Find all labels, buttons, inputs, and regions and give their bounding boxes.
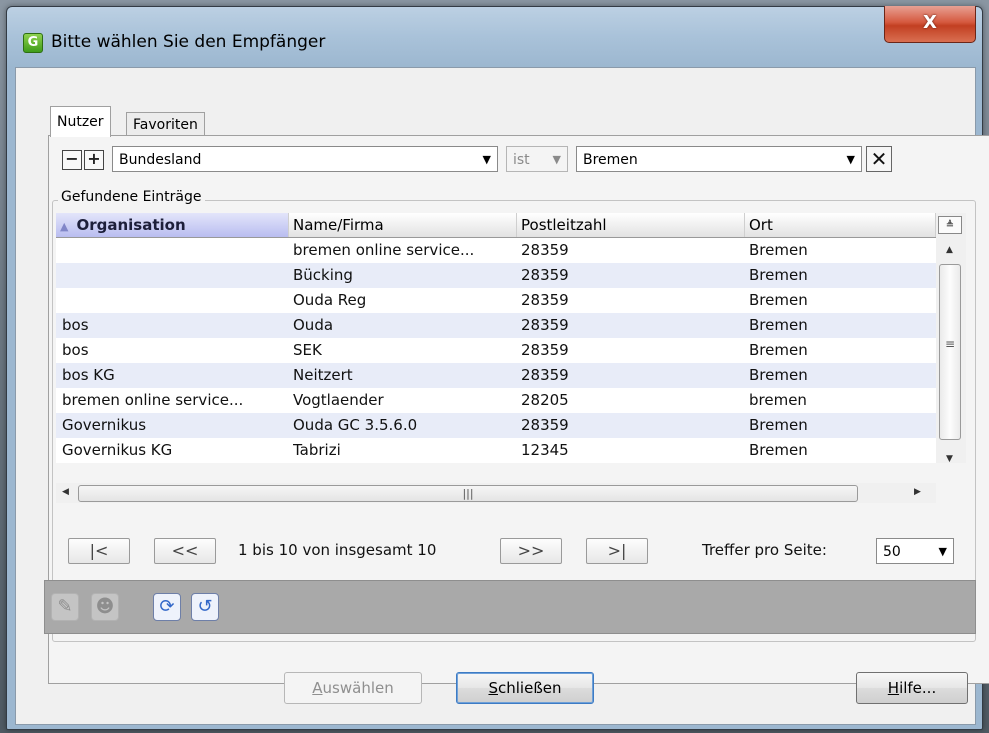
table-cell-plz: 28359 <box>521 366 569 384</box>
filter-value-select[interactable]: Bremen ▼ <box>576 146 862 172</box>
table-cell-plz: 28205 <box>521 391 569 409</box>
chevron-down-icon: ▼ <box>846 153 855 166</box>
grip-icon: ≡ <box>945 337 956 351</box>
scroll-down-icon[interactable]: ▼ <box>946 454 953 464</box>
table-cell-ort: Bremen <box>749 316 808 334</box>
table-cell-ort: Bremen <box>749 366 808 384</box>
column-header-plz[interactable]: Postleitzahl <box>517 213 745 237</box>
table-cell-plz: 28359 <box>521 291 569 309</box>
add-filter-button[interactable]: + <box>84 150 104 170</box>
scroll-right-icon[interactable]: ▶ <box>914 487 921 497</box>
filter-field-value: Bundesland <box>119 152 202 168</box>
table-cell-plz: 28359 <box>521 266 569 284</box>
previous-page-button[interactable]: << <box>154 538 216 564</box>
table-cell-org: bos <box>62 341 89 359</box>
table-cell-name: bremen online service... <box>293 241 475 259</box>
pager-status: 1 bis 10 von insgesamt 10 <box>238 541 437 559</box>
column-header-name[interactable]: Name/Firma <box>289 213 517 237</box>
favorite-add-icon[interactable]: ✎ <box>51 593 79 621</box>
table-cell-plz: 28359 <box>521 241 569 259</box>
results-table: ▲ Organisation Name/Firma Postleitzahl Or… <box>56 213 936 463</box>
help-button[interactable]: Hilfe... <box>856 672 968 704</box>
table-row[interactable]: bos Ouda 28359 Bremen <box>56 313 936 338</box>
filter-value-text: Bremen <box>583 152 638 168</box>
table-cell-name: Ouda Reg <box>293 291 367 309</box>
results-group-title: Gefundene Einträge <box>58 189 205 205</box>
table-row[interactable]: bos KG Neitzert 28359 Bremen <box>56 363 936 388</box>
close-window-button[interactable]: X <box>884 6 976 43</box>
table-cell-name: Neitzert <box>293 366 353 384</box>
scroll-left-icon[interactable]: ◀ <box>62 487 69 497</box>
table-cell-name: SEK <box>293 341 322 359</box>
last-page-button[interactable]: >| <box>586 538 648 564</box>
table-cell-org: bos KG <box>62 366 115 384</box>
grip-icon: ||| <box>462 487 474 500</box>
dialog-window: G Bitte wählen Sie den Empfänger X Nutze… <box>6 6 989 730</box>
table-cell-plz: 28359 <box>521 316 569 334</box>
table-cell-name: Bücking <box>293 266 353 284</box>
table-row[interactable]: Governikus Ouda GC 3.5.6.0 28359 Bremen <box>56 413 936 438</box>
table-row[interactable]: Governikus KG Tabrizi 12345 Bremen <box>56 438 936 463</box>
table-cell-plz: 28359 <box>521 416 569 434</box>
vertical-scroll-thumb[interactable]: ≡ <box>939 264 961 440</box>
table-cell-ort: Bremen <box>749 291 808 309</box>
column-header-organisation[interactable]: ▲ Organisation <box>56 213 289 237</box>
select-button[interactable]: Auswählen <box>284 672 422 704</box>
chevron-down-icon: ▼ <box>938 545 947 558</box>
chevron-down-icon: ▼ <box>552 153 561 166</box>
table-cell-plz: 12345 <box>521 441 569 459</box>
table-cell-org: Governikus KG <box>62 441 173 459</box>
clear-filter-button[interactable]: ✕ <box>866 146 892 172</box>
table-cell-ort: Bremen <box>749 416 808 434</box>
per-page-select[interactable]: 50 ▼ <box>876 538 954 564</box>
dialog-client-area: Nutzer Favoriten − + Bundesland ▼ ist ▼ … <box>15 67 989 725</box>
next-page-button[interactable]: >> <box>500 538 562 564</box>
refresh-icon[interactable]: ⟳ <box>153 593 181 621</box>
first-page-button[interactable]: |< <box>68 538 130 564</box>
table-row[interactable]: Bücking 28359 Bremen <box>56 263 936 288</box>
chevron-down-icon: ▼ <box>482 153 491 166</box>
table-cell-name: Vogtlaender <box>293 391 384 409</box>
table-cell-org: Governikus <box>62 416 147 434</box>
filter-operator-value: ist <box>513 152 530 168</box>
column-chooser-icon[interactable]: ≜ <box>938 216 962 234</box>
table-cell-org: bos <box>62 316 89 334</box>
table-cell-ort: Bremen <box>749 341 808 359</box>
table-cell-name: Ouda <box>293 316 334 334</box>
per-page-label: Treffer pro Seite: <box>702 541 827 559</box>
close-button[interactable]: Schließen <box>456 672 594 704</box>
sort-ascending-icon: ▲ <box>60 220 69 233</box>
table-cell-ort: Bremen <box>749 241 808 259</box>
table-row[interactable]: bremen online service... 28359 Bremen <box>56 238 936 263</box>
table-row[interactable]: bremen online service... Vogtlaender 28205… <box>56 388 936 413</box>
table-header: ▲ Organisation Name/Firma Postleitzahl Or… <box>56 213 936 238</box>
table-row[interactable]: bos SEK 28359 Bremen <box>56 338 936 363</box>
scroll-up-icon[interactable]: ▲ <box>946 245 953 255</box>
remove-filter-button[interactable]: − <box>62 150 82 170</box>
tab-favoriten[interactable]: Favoriten <box>126 112 205 137</box>
filter-operator-select[interactable]: ist ▼ <box>506 146 568 172</box>
horizontal-scroll-thumb[interactable]: ||| <box>78 485 858 502</box>
column-header-ort[interactable]: Ort <box>745 213 936 237</box>
title-bar[interactable]: G Bitte wählen Sie den Empfänger X <box>7 6 982 67</box>
table-row[interactable]: Ouda Reg 28359 Bremen <box>56 288 936 313</box>
app-logo-icon: G <box>23 33 43 53</box>
per-page-value: 50 <box>883 544 901 560</box>
table-cell-ort: Bremen <box>749 266 808 284</box>
user-details-icon[interactable]: ☻ <box>91 593 119 621</box>
window-title: Bitte wählen Sie den Empfänger <box>51 32 326 52</box>
table-cell-name: Tabrizi <box>293 441 341 459</box>
table-cell-ort: bremen <box>749 391 807 409</box>
table-cell-name: Ouda GC 3.5.6.0 <box>293 416 418 434</box>
reset-icon[interactable]: ↺ <box>191 593 219 621</box>
table-cell-plz: 28359 <box>521 341 569 359</box>
filter-field-select[interactable]: Bundesland ▼ <box>112 146 498 172</box>
table-cell-ort: Bremen <box>749 441 808 459</box>
tab-nutzer[interactable]: Nutzer <box>50 106 111 137</box>
table-cell-org: bremen online service... <box>62 391 244 409</box>
action-toolbar: ✎ ☻ ⟳ ↺ <box>44 580 976 634</box>
